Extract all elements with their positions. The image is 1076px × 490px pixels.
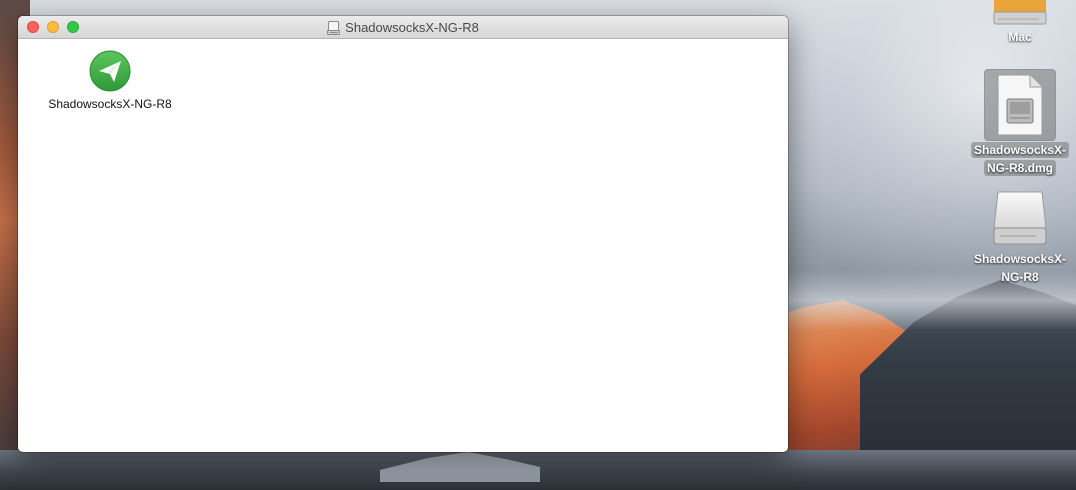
app-file-item[interactable]: ShadowsocksX-NG-R8 [38, 49, 182, 111]
selection-highlight [984, 69, 1056, 141]
window-titlebar[interactable]: ShadowsocksX-NG-R8 [18, 16, 788, 39]
app-file-label: ShadowsocksX-NG-R8 [48, 97, 172, 111]
desktop-label-dmg-line1: ShadowsocksX- [970, 142, 1070, 158]
desktop-label-dmg-line2: NG-R8.dmg [984, 160, 1056, 176]
dmg-file-icon [997, 74, 1043, 136]
desktop-icon-mac[interactable]: Mac [968, 0, 1072, 46]
hard-drive-icon [993, 0, 1047, 25]
desktop-label-volume-line2: NG-R8 [1001, 270, 1039, 284]
mounted-volume-icon [993, 191, 1047, 245]
desktop-label-mac: Mac [1008, 30, 1032, 44]
disk-image-icon [327, 20, 341, 35]
desktop-icon-dmg[interactable]: ShadowsocksX- NG-R8.dmg [968, 69, 1072, 177]
window-content: ShadowsocksX-NG-R8 [18, 39, 788, 451]
finder-window: ShadowsocksX-NG-R8 ShadowsocksX-NG-R8 [18, 16, 788, 452]
window-title-group: ShadowsocksX-NG-R8 [18, 16, 788, 39]
window-title: ShadowsocksX-NG-R8 [345, 20, 479, 35]
desktop-label-volume-line1: ShadowsocksX- [973, 252, 1067, 266]
shadowsocks-app-icon [89, 50, 131, 92]
desktop-icon-volume[interactable]: ShadowsocksX- NG-R8 [968, 188, 1072, 286]
